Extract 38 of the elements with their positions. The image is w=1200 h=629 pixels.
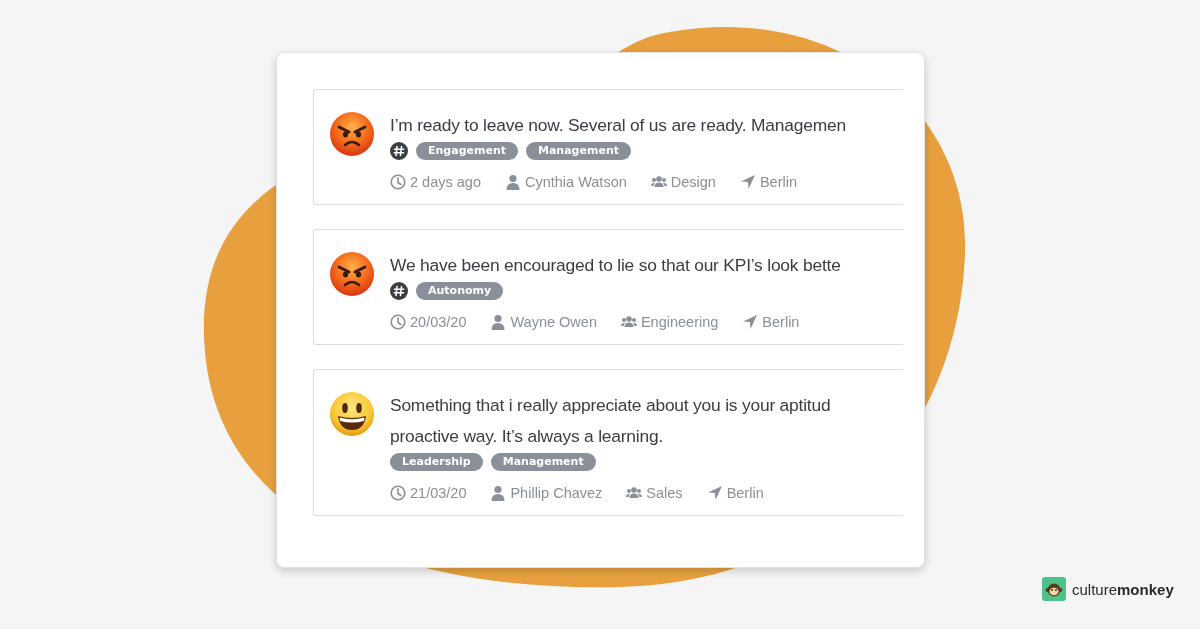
feedback-text: We have been encouraged to lie so that our KPI’s look bette (390, 254, 841, 277)
tag: Engagement (416, 142, 518, 160)
angry-face-icon (330, 112, 374, 156)
feedback-text: proactive way. It’s always a learning. (390, 425, 665, 448)
team-name: Design (670, 174, 716, 190)
time-text: 2 days ago (410, 174, 481, 190)
person-icon (490, 314, 507, 330)
smiling-face-icon (330, 392, 374, 436)
clock-icon (390, 174, 406, 190)
tag: Autonomy (416, 282, 504, 300)
author-name: Wayne Owen (510, 314, 597, 330)
group-icon (626, 485, 643, 501)
angry-face-icon (330, 252, 374, 296)
brand-name: culturemonkey (1072, 580, 1174, 598)
location-text: Berlin (762, 314, 800, 330)
author-name: Cynthia Watson (524, 174, 627, 190)
person-icon (490, 485, 507, 501)
time-text: 21/03/20 (410, 485, 467, 501)
feedback-text: Something that i really appreciate about you is your aptitud (390, 394, 831, 417)
feedback-text: I’m ready to leave now. Several of us are ready. Managemen (390, 114, 846, 137)
tag: Management (490, 453, 596, 471)
team-name: Engineering (640, 314, 719, 330)
time-text: 20/03/20 (410, 314, 467, 330)
tag: Management (526, 142, 631, 160)
location-arrow-icon (739, 174, 756, 190)
clock-icon (390, 485, 406, 501)
clock-icon (390, 314, 406, 330)
author-name: Phillip Chavez (510, 485, 603, 501)
team-name: Sales (646, 485, 683, 501)
location-arrow-icon (706, 485, 723, 501)
location-text: Berlin (726, 485, 764, 501)
group-icon (620, 314, 637, 330)
location-arrow-icon (742, 314, 759, 330)
tag: Leadership (390, 453, 483, 471)
person-icon (504, 174, 521, 190)
monkey-logo-icon (1042, 577, 1066, 601)
group-icon (650, 174, 667, 190)
location-text: Berlin (759, 174, 797, 190)
